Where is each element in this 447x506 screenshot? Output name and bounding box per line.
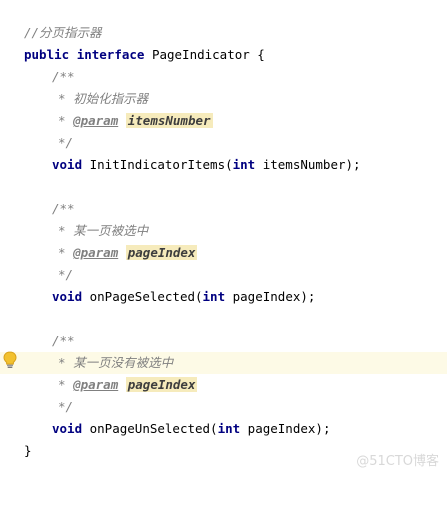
method-signature: InitIndicatorItems( [82,157,233,172]
keyword-int: int [217,421,241,436]
keyword-int: int [202,289,226,304]
doc-comment-star: * [58,223,74,238]
code-line[interactable]: * @param itemsNumber [0,110,447,132]
code-line[interactable]: /** [0,330,447,352]
code-line[interactable]: * 初始化指示器 [0,88,447,110]
keyword-void: void [52,289,83,304]
code-line[interactable]: public interface PageIndicator { [0,44,447,66]
keyword-int: int [232,157,256,172]
doc-comment-open: /** [52,201,75,216]
param-name: pageIndex [125,377,198,392]
watermark: @51CTO博客 [356,454,439,469]
method-params: itemsNumber); [255,157,361,172]
doc-comment-close: */ [58,135,74,150]
method-signature: onPageSelected( [82,289,203,304]
doc-description: 某一页没有被选中 [73,355,174,370]
doc-description: 某一页被选中 [73,223,149,238]
doc-comment-star: * [58,377,74,392]
method-params: pageIndex); [240,421,331,436]
doc-comment-star: * [58,245,74,260]
method-signature: onPageUnSelected( [82,421,218,436]
keyword-interface: interface [76,47,145,62]
keyword-void: void [52,157,83,172]
code-line[interactable]: void onPageUnSelected(int pageIndex); [0,418,447,440]
lightbulb-icon[interactable] [2,351,18,369]
code-line[interactable]: * 某一页被选中 [0,220,447,242]
code-line[interactable]: //分页指示器 [0,22,447,44]
doc-comment-open: /** [52,69,75,84]
param-name: pageIndex [125,245,198,260]
param-name: itemsNumber [125,113,213,128]
doc-comment-close: */ [58,399,74,414]
code-line[interactable]: */ [0,132,447,154]
code-line[interactable]: void onPageSelected(int pageIndex); [0,286,447,308]
code-line-current[interactable]: * 某一页没有被选中 [0,352,447,374]
code-line[interactable]: void InitIndicatorItems(int itemsNumber)… [0,154,447,176]
doc-comment-star: * [58,355,74,370]
code-line[interactable]: */ [0,264,447,286]
code-line[interactable]: /** [0,198,447,220]
code-line[interactable]: /** [0,66,447,88]
param-tag: @param [73,245,119,260]
interface-declaration: PageIndicator { [144,47,265,62]
code-line[interactable]: */ [0,396,447,418]
code-editor[interactable]: //分页指示器 public interface PageIndicator {… [0,0,447,481]
doc-description: 初始化指示器 [73,91,149,106]
param-tag: @param [73,377,119,392]
keyword-public: public [24,47,70,62]
closing-brace: } [24,443,32,458]
method-params: pageIndex); [225,289,316,304]
doc-comment-open: /** [52,333,75,348]
param-tag: @param [73,113,119,128]
keyword-void: void [52,421,83,436]
code-line[interactable]: * @param pageIndex [0,374,447,396]
doc-comment-close: */ [58,267,74,282]
doc-comment-star: * [58,113,74,128]
code-line[interactable]: * @param pageIndex [0,242,447,264]
line-comment: //分页指示器 [24,25,102,40]
doc-comment-star: * [58,91,74,106]
